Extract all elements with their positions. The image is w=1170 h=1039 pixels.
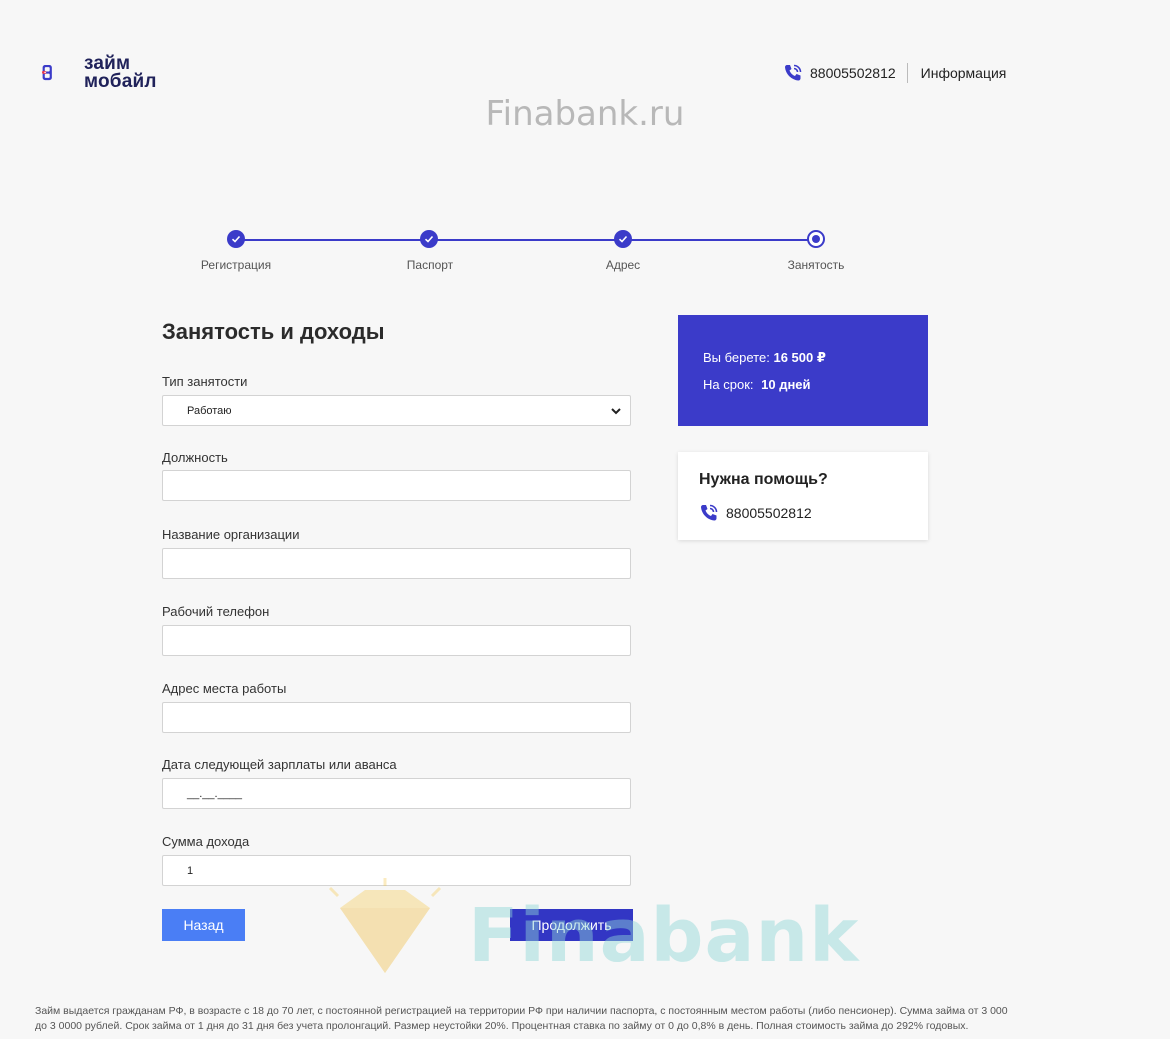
info-link[interactable]: Информация [921,65,1007,81]
employment-type-value: Работаю [187,404,232,417]
loan-term-label: На срок: [703,377,754,392]
employment-type-label: Тип занятости [162,374,248,389]
loan-amount-value: 16 500 ₽ [773,350,826,365]
check-icon [424,235,434,243]
loan-term-row: На срок: 10 дней [703,377,811,392]
step-label-address: Адрес [605,258,641,272]
watermark-top: Finabank.ru [485,94,685,134]
help-card: Нужна помощь? 88005502812 [678,452,928,540]
help-title: Нужна помощь? [699,471,828,488]
logo-text: займ мобайл [84,54,157,92]
check-icon [231,235,241,243]
work-address-input[interactable] [162,702,631,733]
help-phone-row[interactable]: 88005502812 [699,503,812,523]
check-icon [618,235,628,243]
step-2-dot [420,230,438,248]
loan-amount-label: Вы берете: [703,350,770,365]
step-3-dot [614,230,632,248]
loan-summary-card: Вы берете: 16 500 ₽ На срок: 10 дней [678,315,928,426]
step-1-dot [227,230,245,248]
step-label-registration: Регистрация [200,258,272,272]
employment-type-select[interactable]: Работаю [162,395,631,426]
header-divider [906,63,908,83]
income-label: Сумма дохода [162,834,250,849]
organization-label: Название организации [162,527,300,542]
position-label: Должность [162,450,228,465]
step-4-dot-current [807,230,825,248]
work-address-label: Адрес места работы [162,681,287,696]
header-phone-link[interactable]: 88005502812 [810,65,896,81]
phone-icon [785,64,802,81]
phone-icon [701,504,718,521]
help-phone-link[interactable]: 88005502812 [726,505,812,521]
loan-amount-row: Вы берете: 16 500 ₽ [703,350,826,366]
diamond-watermark-icon [328,878,442,973]
loan-term-value: 10 дней [761,377,811,392]
step-label-passport: Паспорт [406,258,454,272]
header-contacts: 88005502812 Информация [783,62,1006,84]
logo-line-2: мобайл [84,71,157,92]
back-button[interactable]: Назад [162,909,245,941]
salary-date-input[interactable]: __.__.____ [162,778,631,809]
watermark-bottom: Finabank [468,893,860,979]
chevron-down-icon [611,408,621,415]
step-label-employment: Занятость [787,258,845,272]
work-phone-label: Рабочий телефон [162,604,270,619]
logo-icon[interactable] [42,46,82,100]
salary-date-label: Дата следующей зарплаты или аванса [162,757,397,772]
position-input[interactable] [162,470,631,501]
work-phone-input[interactable] [162,625,631,656]
stepper-line [236,239,816,241]
organization-input[interactable] [162,548,631,579]
form-title: Занятость и доходы [162,319,385,344]
footer-disclaimer: Займ выдается гражданам РФ, в возрасте с… [35,1005,1008,1032]
